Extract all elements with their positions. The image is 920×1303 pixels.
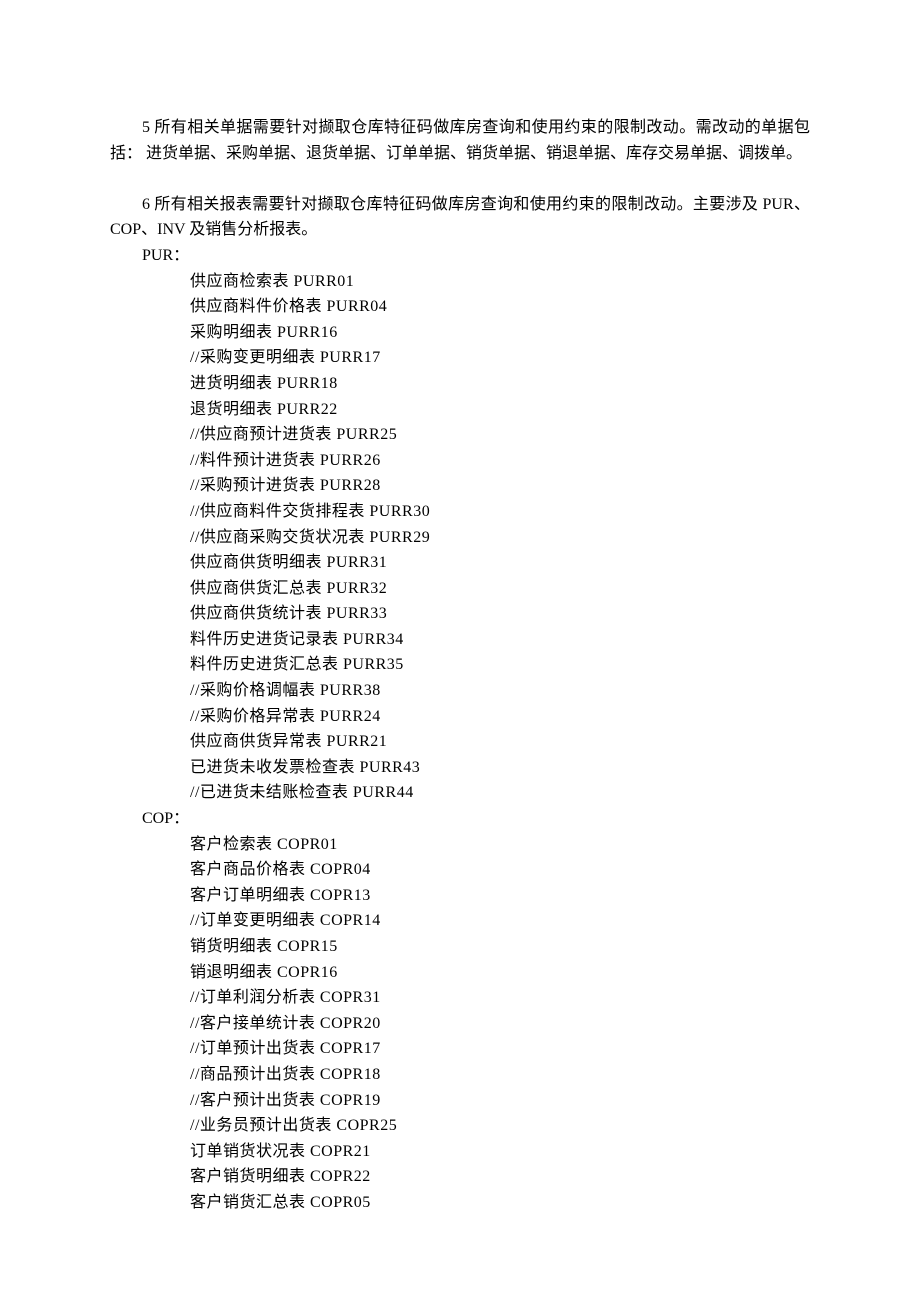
pur-item: //料件预计进货表 PURR26 — [190, 448, 810, 474]
pur-item: 已进货未收发票检查表 PURR43 — [190, 755, 810, 781]
pur-item: //采购价格调幅表 PURR38 — [190, 678, 810, 704]
pur-item: 供应商料件价格表 PURR04 — [190, 294, 810, 320]
pur-item: 供应商供货明细表 PURR31 — [190, 550, 810, 576]
pur-item: 退货明细表 PURR22 — [190, 397, 810, 423]
cop-item: 客户销货汇总表 COPR05 — [190, 1190, 810, 1216]
paragraph-5: 5 所有相关单据需要针对撷取仓库特征码做库房查询和使用约束的限制改动。需改动的单… — [110, 115, 810, 166]
pur-list: 供应商检索表 PURR01 供应商料件价格表 PURR04 采购明细表 PURR… — [110, 269, 810, 806]
cop-item: //订单预计出货表 COPR17 — [190, 1036, 810, 1062]
pur-item: //供应商预计进货表 PURR25 — [190, 422, 810, 448]
cop-item: //商品预计出货表 COPR18 — [190, 1062, 810, 1088]
pur-item: //供应商料件交货排程表 PURR30 — [190, 499, 810, 525]
cop-item: 客户销货明细表 COPR22 — [190, 1164, 810, 1190]
pur-item: 供应商供货汇总表 PURR32 — [190, 576, 810, 602]
cop-item: 销货明细表 COPR15 — [190, 934, 810, 960]
pur-item: 供应商供货统计表 PURR33 — [190, 601, 810, 627]
cop-heading: COP： — [110, 806, 810, 832]
pur-item: 进货明细表 PURR18 — [190, 371, 810, 397]
cop-item: //订单变更明细表 COPR14 — [190, 908, 810, 934]
cop-item: //业务员预计出货表 COPR25 — [190, 1113, 810, 1139]
pur-item: 供应商检索表 PURR01 — [190, 269, 810, 295]
cop-item: //客户预计出货表 COPR19 — [190, 1088, 810, 1114]
cop-item: 订单销货状况表 COPR21 — [190, 1139, 810, 1165]
pur-item: //采购变更明细表 PURR17 — [190, 345, 810, 371]
cop-item: 客户商品价格表 COPR04 — [190, 857, 810, 883]
pur-item: 采购明细表 PURR16 — [190, 320, 810, 346]
pur-heading: PUR： — [110, 243, 810, 269]
pur-item: //采购预计进货表 PURR28 — [190, 473, 810, 499]
paragraph-6: 6 所有相关报表需要针对撷取仓库特征码做库房查询和使用约束的限制改动。主要涉及 … — [110, 192, 810, 243]
cop-item: 客户订单明细表 COPR13 — [190, 883, 810, 909]
cop-item: 客户检索表 COPR01 — [190, 832, 810, 858]
cop-list: 客户检索表 COPR01 客户商品价格表 COPR04 客户订单明细表 COPR… — [110, 832, 810, 1216]
pur-item: 料件历史进货记录表 PURR34 — [190, 627, 810, 653]
cop-item: 销退明细表 COPR16 — [190, 960, 810, 986]
pur-item: 料件历史进货汇总表 PURR35 — [190, 652, 810, 678]
pur-item: //供应商采购交货状况表 PURR29 — [190, 525, 810, 551]
pur-item: 供应商供货异常表 PURR21 — [190, 729, 810, 755]
cop-item: //客户接单统计表 COPR20 — [190, 1011, 810, 1037]
cop-item: //订单利润分析表 COPR31 — [190, 985, 810, 1011]
pur-item: //已进货未结账检查表 PURR44 — [190, 780, 810, 806]
section-gap — [110, 166, 810, 192]
pur-item: //采购价格异常表 PURR24 — [190, 704, 810, 730]
